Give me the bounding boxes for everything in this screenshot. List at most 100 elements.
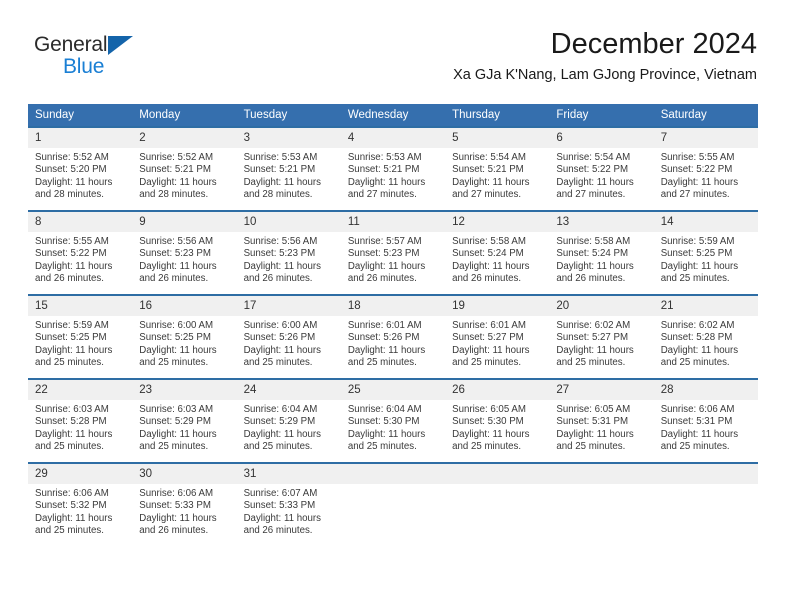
daylight-text-line1: Daylight: 11 hours [35, 176, 113, 188]
sunrise-text: Sunrise: 6:02 AM [660, 320, 735, 331]
calendar-day-cell[interactable]: 10 Sunrise: 5:56 AM Sunset: 5:23 PM Dayligh… [236, 210, 341, 295]
sunrise-text: Sunrise: 5:59 AM [35, 320, 109, 331]
daylight-text-line1: Daylight: 11 hours [243, 176, 321, 188]
day-details [654, 484, 758, 546]
day-number: 19 [445, 296, 550, 316]
calendar-day-cell[interactable]: 8 Sunrise: 5:55 AM Sunset: 5:22 PM Daylight… [28, 210, 133, 295]
daylight-text-line2: and 26 minutes. [35, 273, 104, 285]
calendar-day-cell[interactable]: 26 Sunrise: 6:05 AM Sunset: 5:30 PM Dayligh… [445, 378, 550, 463]
day-number: 23 [132, 380, 237, 400]
daylight-text-line2: and 26 minutes. [139, 273, 209, 285]
calendar-day-cell[interactable]: 27 Sunrise: 6:05 AM Sunset: 5:31 PM Dayligh… [549, 378, 654, 463]
calendar-day-cell[interactable]: 16 Sunrise: 6:00 AM Sunset: 5:25 PM Dayligh… [132, 294, 237, 379]
calendar-day-cell[interactable]: 17 Sunrise: 6:00 AM Sunset: 5:26 PM Dayligh… [236, 294, 341, 379]
daylight-text-line2: and 25 minutes. [556, 441, 626, 453]
day-details: Sunrise: 6:03 AM Sunset: 5:29 PM Daylight:… [132, 400, 236, 462]
day-details: Sunrise: 6:00 AM Sunset: 5:25 PM Daylight:… [132, 316, 236, 378]
calendar-day-cell-empty [653, 462, 758, 546]
daylight-text-line1: Daylight: 11 hours [35, 428, 113, 440]
calendar-day-cell[interactable]: 6 Sunrise: 5:54 AM Sunset: 5:22 PM Daylight… [549, 126, 654, 211]
calendar-day-cell[interactable]: 7 Sunrise: 5:55 AM Sunset: 5:22 PM Daylight… [653, 126, 758, 211]
calendar-day-cell[interactable]: 12 Sunrise: 5:58 AM Sunset: 5:24 PM Dayligh… [445, 210, 550, 295]
day-number: 18 [340, 296, 446, 316]
calendar-day-cell[interactable]: 22 Sunrise: 6:03 AM Sunset: 5:28 PM Dayligh… [28, 378, 133, 463]
day-number: 31 [236, 464, 341, 484]
day-details [445, 484, 549, 546]
sunset-text: Sunset: 5:23 PM [243, 248, 316, 260]
day-details: Sunrise: 6:04 AM Sunset: 5:29 PM Daylight:… [237, 400, 341, 462]
day-number: 2 [132, 128, 237, 148]
day-number: 21 [653, 296, 758, 316]
sunrise-text: Sunrise: 6:06 AM [139, 488, 214, 499]
calendar-day-cell[interactable]: 30 Sunrise: 6:06 AM Sunset: 5:33 PM Dayligh… [132, 462, 237, 546]
weekday-header-sunday: Sunday [28, 104, 133, 127]
calendar-day-cell[interactable]: 25 Sunrise: 6:04 AM Sunset: 5:30 PM Dayligh… [340, 378, 446, 463]
sunset-text: Sunset: 5:27 PM [452, 332, 524, 344]
sunset-text: Sunset: 5:21 PM [243, 164, 316, 176]
sunset-text: Sunset: 5:33 PM [139, 500, 211, 512]
daylight-text-line1: Daylight: 11 hours [243, 344, 321, 356]
sunrise-text: Sunrise: 5:53 AM [347, 152, 422, 163]
sunrise-text: Sunrise: 5:54 AM [556, 152, 631, 163]
calendar-day-cell-empty [445, 462, 550, 546]
day-details: Sunrise: 6:05 AM Sunset: 5:30 PM Daylight:… [445, 400, 549, 462]
sunrise-text: Sunrise: 6:07 AM [243, 488, 318, 499]
daylight-text-line1: Daylight: 11 hours [243, 428, 321, 440]
day-number: 30 [132, 464, 237, 484]
sunset-text: Sunset: 5:21 PM [139, 164, 211, 176]
day-number: 8 [28, 212, 133, 232]
sunset-text: Sunset: 5:26 PM [243, 332, 316, 344]
weekday-header-wednesday: Wednesday [340, 104, 446, 127]
daylight-text-line2: and 25 minutes. [452, 441, 522, 453]
calendar-week-row: 1 Sunrise: 5:52 AM Sunset: 5:20 PM Daylight… [28, 126, 758, 211]
calendar-page: General Blue December 2024 Xa GJa K'Nang… [0, 0, 792, 612]
sunrise-text: Sunrise: 5:57 AM [347, 236, 422, 247]
calendar-day-cell[interactable]: 18 Sunrise: 6:01 AM Sunset: 5:26 PM Dayligh… [340, 294, 446, 379]
sunset-text: Sunset: 5:32 PM [35, 500, 107, 512]
sunrise-text: Sunrise: 5:52 AM [139, 152, 214, 163]
sunset-text: Sunset: 5:31 PM [660, 416, 733, 428]
sunrise-text: Sunrise: 6:00 AM [243, 320, 318, 331]
calendar-day-cell[interactable]: 4 Sunrise: 5:53 AM Sunset: 5:21 PM Daylight… [340, 126, 446, 211]
sunset-text: Sunset: 5:22 PM [660, 164, 733, 176]
daylight-text-line1: Daylight: 11 hours [452, 344, 530, 356]
sunset-text: Sunset: 5:22 PM [35, 248, 107, 260]
daylight-text-line2: and 25 minutes. [660, 273, 730, 285]
sunset-text: Sunset: 5:30 PM [452, 416, 524, 428]
page-title: December 2024 [550, 28, 757, 60]
calendar-day-cell[interactable]: 21 Sunrise: 6:02 AM Sunset: 5:28 PM Dayligh… [653, 294, 758, 379]
calendar-day-cell[interactable]: 1 Sunrise: 5:52 AM Sunset: 5:20 PM Daylight… [28, 126, 133, 211]
day-details: Sunrise: 6:03 AM Sunset: 5:28 PM Daylight:… [28, 400, 132, 462]
calendar-day-cell[interactable]: 11 Sunrise: 5:57 AM Sunset: 5:23 PM Dayligh… [340, 210, 446, 295]
day-number: 25 [340, 380, 446, 400]
day-details: Sunrise: 5:59 AM Sunset: 5:25 PM Daylight:… [28, 316, 132, 378]
calendar-day-cell[interactable]: 13 Sunrise: 5:58 AM Sunset: 5:24 PM Dayligh… [549, 210, 654, 295]
calendar-day-cell[interactable]: 2 Sunrise: 5:52 AM Sunset: 5:21 PM Daylight… [132, 126, 237, 211]
calendar-day-cell[interactable]: 24 Sunrise: 6:04 AM Sunset: 5:29 PM Dayligh… [236, 378, 341, 463]
sunset-text: Sunset: 5:24 PM [556, 248, 629, 260]
sunrise-text: Sunrise: 5:52 AM [35, 152, 109, 163]
calendar-day-cell[interactable]: 28 Sunrise: 6:06 AM Sunset: 5:31 PM Dayligh… [653, 378, 758, 463]
calendar-day-cell[interactable]: 3 Sunrise: 5:53 AM Sunset: 5:21 PM Daylight… [236, 126, 341, 211]
sunset-text: Sunset: 5:23 PM [139, 248, 211, 260]
calendar-day-cell[interactable]: 14 Sunrise: 5:59 AM Sunset: 5:25 PM Dayligh… [653, 210, 758, 295]
sunrise-text: Sunrise: 6:06 AM [660, 404, 735, 415]
calendar-day-cell[interactable]: 15 Sunrise: 5:59 AM Sunset: 5:25 PM Dayligh… [28, 294, 133, 379]
calendar-day-cell[interactable]: 19 Sunrise: 6:01 AM Sunset: 5:27 PM Dayligh… [445, 294, 550, 379]
sunrise-text: Sunrise: 6:03 AM [35, 404, 109, 415]
calendar-day-cell[interactable]: 20 Sunrise: 6:02 AM Sunset: 5:27 PM Dayligh… [549, 294, 654, 379]
calendar-day-cell[interactable]: 5 Sunrise: 5:54 AM Sunset: 5:21 PM Daylight… [445, 126, 550, 211]
daylight-text-line2: and 25 minutes. [243, 441, 313, 453]
calendar-day-cell[interactable]: 31 Sunrise: 6:07 AM Sunset: 5:33 PM Dayligh… [236, 462, 341, 546]
calendar-day-cell[interactable]: 23 Sunrise: 6:03 AM Sunset: 5:29 PM Dayligh… [132, 378, 237, 463]
daylight-text-line2: and 26 minutes. [452, 273, 522, 285]
day-details: Sunrise: 6:01 AM Sunset: 5:26 PM Daylight:… [341, 316, 445, 378]
daylight-text-line2: and 26 minutes. [139, 525, 209, 537]
calendar-day-cell[interactable]: 29 Sunrise: 6:06 AM Sunset: 5:32 PM Dayligh… [28, 462, 133, 546]
day-number [549, 464, 654, 484]
daylight-text-line1: Daylight: 11 hours [347, 260, 426, 272]
generalblue-logo[interactable]: General Blue [34, 34, 214, 80]
daylight-text-line2: and 25 minutes. [139, 357, 209, 369]
calendar-day-cell[interactable]: 9 Sunrise: 5:56 AM Sunset: 5:23 PM Daylight… [132, 210, 237, 295]
daylight-text-line2: and 28 minutes. [139, 189, 209, 201]
